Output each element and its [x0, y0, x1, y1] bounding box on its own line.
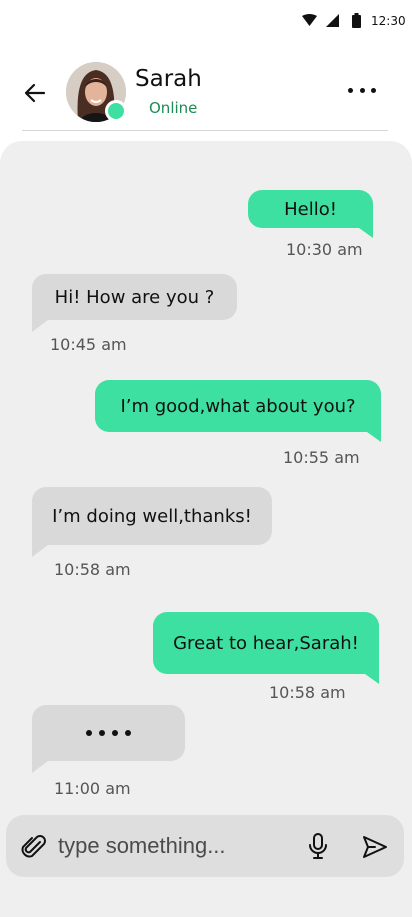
message-composer — [6, 815, 404, 877]
status-time: 12:30 — [371, 14, 406, 28]
message-time: 10:45 am — [50, 335, 127, 354]
wifi-icon — [302, 14, 317, 26]
typing-indicator-bubble — [32, 705, 185, 773]
message-bubble[interactable]: Great to hear,Sarah! — [153, 612, 379, 684]
back-arrow-icon — [24, 83, 46, 103]
message-text: Hello! — [284, 198, 337, 220]
message-text: I’m doing well,thanks! — [52, 505, 252, 527]
message-time: 10:58 am — [269, 683, 346, 702]
message-bubble[interactable]: Hello! — [248, 190, 373, 238]
message-text: Hi! How are you ? — [54, 286, 215, 308]
message-time: 10:30 am — [286, 240, 363, 259]
chat-header: Sarah Online — [0, 58, 412, 132]
message-time: 11:00 am — [54, 779, 131, 798]
mic-icon[interactable] — [306, 832, 330, 860]
more-button[interactable] — [348, 80, 376, 100]
message-time: 10:58 am — [54, 560, 131, 579]
typing-dots-icon — [86, 730, 131, 736]
message-text: Great to hear,Sarah! — [173, 632, 359, 654]
presence-status: Online — [149, 99, 198, 117]
battery-icon — [352, 13, 361, 28]
message-input[interactable] — [58, 829, 288, 863]
header-divider — [22, 130, 388, 131]
status-bar: 12:30 — [0, 0, 412, 44]
back-button[interactable] — [20, 78, 50, 108]
send-icon[interactable] — [361, 833, 389, 861]
message-bubble[interactable]: I’m doing well,thanks! — [32, 487, 272, 557]
message-bubble[interactable]: Hi! How are you ? — [32, 274, 237, 332]
attach-icon[interactable] — [20, 833, 48, 861]
message-bubble[interactable]: I’m good,what about you? — [95, 380, 381, 442]
signal-icon — [326, 14, 339, 27]
more-icon — [348, 87, 353, 93]
contact-name: Sarah — [135, 66, 202, 92]
message-text: I’m good,what about you? — [120, 395, 356, 417]
online-indicator — [105, 100, 127, 122]
message-time: 10:55 am — [283, 448, 360, 467]
